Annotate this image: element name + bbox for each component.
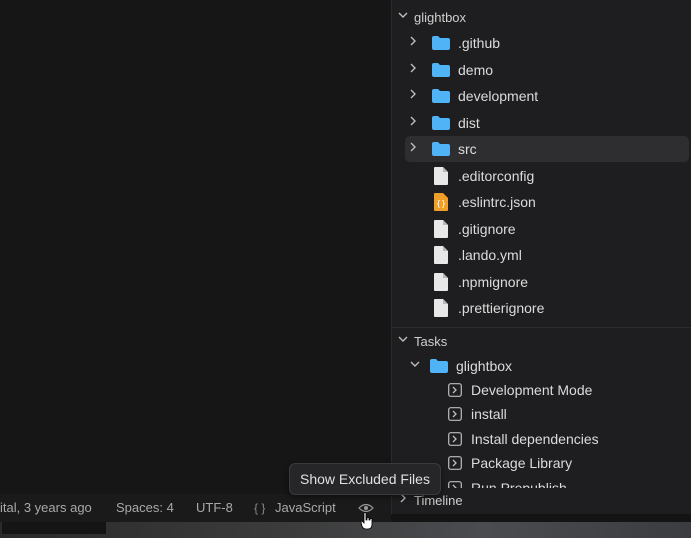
explorer-item-label: .gitignore xyxy=(458,220,516,237)
chevron-down-icon xyxy=(408,359,422,373)
indentation-status[interactable]: Spaces: 4 xyxy=(116,500,174,515)
dock-edge xyxy=(2,522,106,534)
file-icon xyxy=(434,166,448,185)
explorer-item-label: dist xyxy=(458,114,480,131)
explorer-root-label: glightbox xyxy=(414,9,467,25)
explorer-item[interactable]: dist xyxy=(392,110,691,136)
git-blame-status[interactable]: ital, 3 years ago xyxy=(0,500,92,515)
file-icon xyxy=(434,299,448,317)
tasks-section-label: Tasks xyxy=(414,333,448,349)
task-item[interactable]: Development Mode xyxy=(392,377,691,403)
chevron-right-icon xyxy=(406,116,420,130)
file-icon xyxy=(434,246,448,264)
folder-icon xyxy=(430,359,448,373)
explorer-item-label: .npmignore xyxy=(458,273,529,290)
tasks-group-label: glightbox xyxy=(456,358,513,374)
language-mode-status[interactable]: JavaScript xyxy=(275,500,336,515)
task-item-label: install xyxy=(471,406,507,423)
explorer-item[interactable]: .lando.yml xyxy=(392,242,691,268)
folder-icon xyxy=(432,89,450,103)
tasks-section-header[interactable]: Tasks xyxy=(392,329,691,353)
chevron-down-icon xyxy=(396,334,410,348)
chevron-right-icon xyxy=(406,142,420,156)
task-terminal-icon xyxy=(448,431,462,446)
file-icon xyxy=(434,272,448,291)
chevron-right-icon xyxy=(406,63,420,77)
explorer-item[interactable]: .npmignore xyxy=(392,269,691,295)
explorer-item-label: demo xyxy=(458,61,494,78)
tooltip: Show Excluded Files xyxy=(289,463,441,495)
explorer-item-label: .eslintrc.json xyxy=(458,194,536,210)
file-icon xyxy=(434,219,448,238)
task-item-label: Package Library xyxy=(471,455,573,472)
task-item[interactable]: install xyxy=(392,401,691,427)
chevron-right-icon xyxy=(406,89,420,103)
section-divider xyxy=(392,327,691,328)
explorer-item[interactable]: demo xyxy=(392,57,691,83)
explorer-item-label: .lando.yml xyxy=(458,247,522,263)
status-bar: ital, 3 years ago Spaces: 4 UTF-8 { } Ja… xyxy=(0,494,391,522)
chevron-down-icon xyxy=(396,10,410,24)
explorer-item-label: .editorconfig xyxy=(458,167,535,184)
folder-icon xyxy=(432,62,450,77)
tasks-group-glightbox[interactable]: glightbox xyxy=(392,353,691,379)
json-file-icon: {} xyxy=(434,193,448,211)
braces-icon: { } xyxy=(254,501,266,515)
editor-area[interactable] xyxy=(0,0,391,494)
encoding-status[interactable]: UTF-8 xyxy=(196,500,233,515)
explorer-item-label: src xyxy=(458,141,477,157)
sidebar: glightbox .github demo development dist src.… xyxy=(391,0,691,514)
explorer-item[interactable]: src xyxy=(405,136,689,162)
folder-icon xyxy=(432,36,450,50)
explorer-item[interactable]: {} .eslintrc.json xyxy=(392,189,691,215)
svg-text:{}: {} xyxy=(436,199,446,208)
explorer-item-label: .prettierignore xyxy=(458,300,545,316)
explorer-item[interactable]: development xyxy=(392,83,691,109)
task-terminal-icon xyxy=(448,383,462,397)
explorer-item[interactable]: .editorconfig xyxy=(392,163,691,189)
folder-icon xyxy=(432,142,450,156)
tooltip-text: Show Excluded Files xyxy=(300,471,430,487)
task-terminal-icon xyxy=(448,456,462,471)
folder-icon xyxy=(432,115,450,130)
chevron-right-icon xyxy=(396,493,410,507)
app-window: glightbox .github demo development dist src.… xyxy=(0,0,691,538)
explorer-item[interactable]: .gitignore xyxy=(392,216,691,242)
task-item-label: Development Mode xyxy=(471,382,593,398)
chevron-right-icon xyxy=(406,36,420,50)
hand-cursor-icon xyxy=(360,512,374,530)
explorer-item[interactable]: .prettierignore xyxy=(392,295,691,321)
explorer-item[interactable]: .github xyxy=(392,30,691,56)
explorer-item-label: .github xyxy=(458,35,501,51)
task-item[interactable]: Install dependencies xyxy=(392,426,691,452)
explorer-item-label: development xyxy=(458,88,539,104)
explorer-root-header[interactable]: glightbox xyxy=(392,5,691,29)
task-item-label: Install dependencies xyxy=(471,430,599,447)
task-terminal-icon xyxy=(448,407,462,422)
